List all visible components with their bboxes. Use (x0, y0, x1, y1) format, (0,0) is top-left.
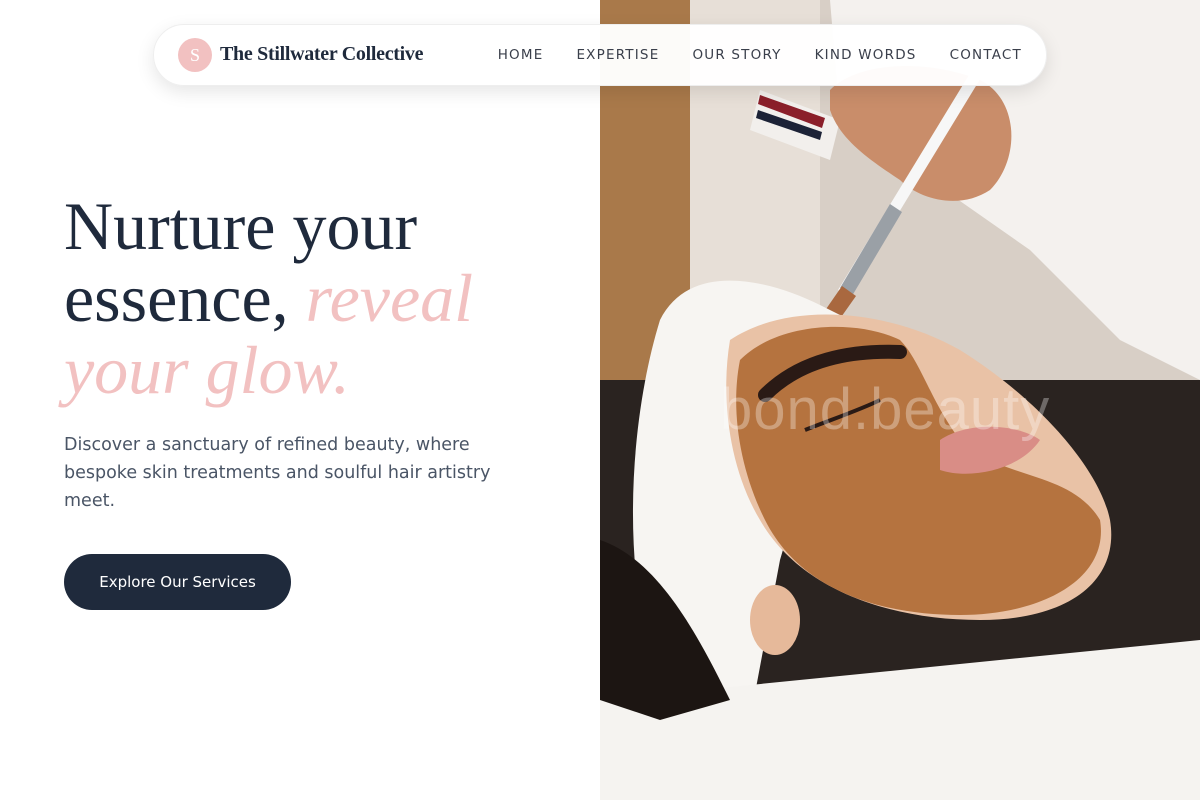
image-watermark: bond.beauty (720, 377, 1051, 442)
headline-line-1: Nurture your (64, 188, 418, 264)
brand-name[interactable]: The Stillwater Collective (220, 43, 424, 66)
nav-item-contact[interactable]: CONTACT (950, 47, 1022, 63)
nav-links: HOME EXPERTISE OUR STORY KIND WORDS CONT… (498, 25, 1022, 85)
headline-line-2: essence, (64, 260, 306, 336)
nav-item-our-story[interactable]: OUR STORY (692, 47, 781, 63)
logo-badge[interactable]: S (178, 38, 212, 72)
nav-item-expertise[interactable]: EXPERTISE (576, 47, 659, 63)
hero-headline: Nurture your essence, reveal your glow. (64, 190, 584, 406)
headline-accent-reveal: reveal (305, 260, 474, 336)
top-navigation: S The Stillwater Collective HOME EXPERTI… (153, 24, 1047, 86)
headline-accent-glow: your glow. (64, 332, 350, 408)
explore-services-button[interactable]: Explore Our Services (64, 554, 291, 610)
nav-item-home[interactable]: HOME (498, 47, 544, 63)
nav-item-kind-words[interactable]: KIND WORDS (815, 47, 917, 63)
hero-subcopy: Discover a sanctuary of refined beauty, … (64, 435, 491, 511)
